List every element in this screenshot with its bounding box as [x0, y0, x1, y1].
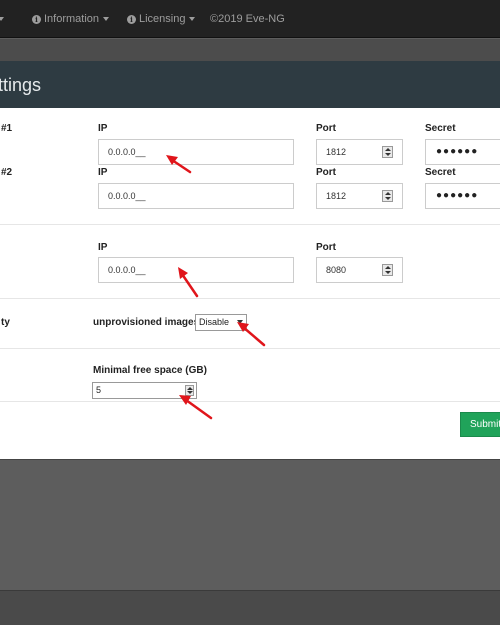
proxy-port-label: Port — [316, 242, 336, 253]
chevron-down-icon — [0, 17, 4, 22]
unprovisioned-images-label: unprovisioned images — [93, 317, 200, 328]
info-icon: i — [127, 14, 136, 24]
radius-2-ip-input[interactable]: 0.0.0.0__ — [98, 183, 294, 209]
secret-label: Secret — [425, 123, 456, 134]
nav-menu-information[interactable]: i Information — [32, 0, 110, 38]
security-row-label: ty — [1, 317, 10, 328]
ip-label: IP — [98, 123, 108, 134]
min-free-space-input[interactable]: 5 — [92, 382, 197, 399]
subheader-strip — [0, 39, 500, 61]
radius-1-port-input[interactable]: 1812 — [316, 139, 403, 165]
radius-2-secret-input[interactable]: ●●●●●● — [425, 183, 500, 209]
proxy-port-value: 8080 — [326, 265, 347, 275]
radius-2-port-input[interactable]: 1812 — [316, 183, 403, 209]
chevron-down-icon — [103, 17, 110, 22]
proxy-ip-label: IP — [98, 242, 108, 253]
top-navbar: i Information i Licensing ©2019 Eve-NG — [0, 0, 500, 38]
secret-label: Secret — [425, 167, 456, 178]
port-label: Port — [316, 167, 336, 178]
unprovisioned-images-value: Disable — [199, 317, 230, 327]
nav-licensing-label: Licensing — [139, 13, 186, 25]
divider — [0, 348, 500, 349]
proxy-ip-input[interactable]: 0.0.0.0__ — [98, 257, 294, 283]
radius-2-port-value: 1812 — [326, 191, 347, 201]
min-free-space-label: Minimal free space (GB) — [93, 365, 207, 376]
page-title: ttings — [0, 75, 42, 95]
footer-bar — [0, 590, 500, 625]
nav-menu-truncated[interactable] — [0, 0, 4, 38]
spinner-icon[interactable] — [382, 264, 393, 276]
nav-copyright: ©2019 Eve-NG — [210, 13, 285, 25]
divider — [0, 401, 500, 402]
spinner-icon[interactable] — [185, 385, 194, 396]
nav-information-label: Information — [44, 13, 100, 25]
spinner-icon[interactable] — [382, 146, 393, 158]
chevron-down-icon — [237, 320, 243, 324]
radius-1-ip-input[interactable]: 0.0.0.0__ — [98, 139, 294, 165]
proxy-port-input[interactable]: 8080 — [316, 257, 403, 283]
port-label: Port — [316, 123, 336, 134]
spinner-icon[interactable] — [382, 190, 393, 202]
radius-1-secret-input[interactable]: ●●●●●● — [425, 139, 500, 165]
submit-button[interactable]: Submit — [460, 412, 500, 437]
divider — [0, 224, 500, 225]
info-icon: i — [32, 14, 41, 24]
chevron-down-icon — [189, 17, 196, 22]
radius-server-1-label: #1 — [1, 123, 13, 134]
nav-menu-licensing[interactable]: i Licensing — [127, 0, 196, 38]
radius-server-2-label: #2 — [1, 167, 13, 178]
divider — [0, 298, 500, 299]
unprovisioned-images-select[interactable]: Disable — [195, 314, 247, 331]
radius-1-port-value: 1812 — [326, 147, 347, 157]
ip-label: IP — [98, 167, 108, 178]
panel-header: ttings — [0, 61, 500, 108]
min-free-space-value: 5 — [96, 385, 102, 395]
